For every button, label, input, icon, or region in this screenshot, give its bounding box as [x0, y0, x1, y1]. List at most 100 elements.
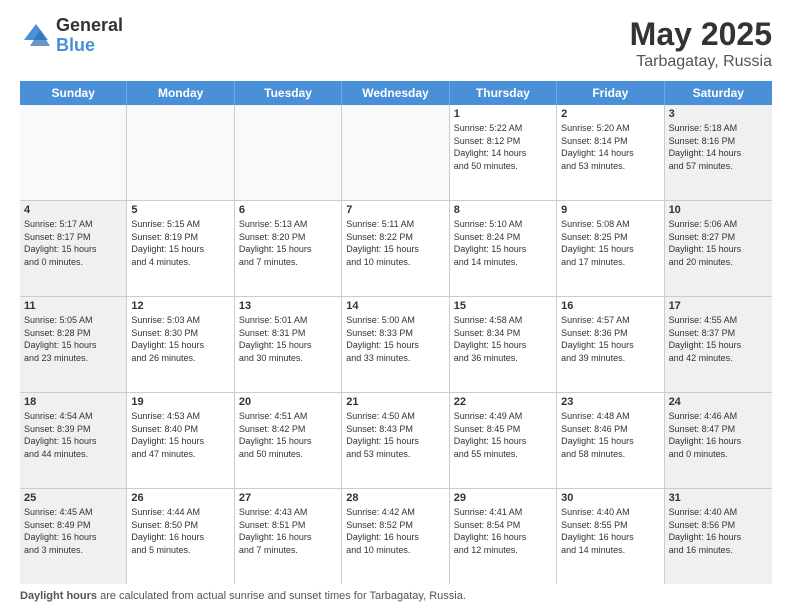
calendar-day-6: 6 Sunrise: 5:13 AM Sunset: 8:20 PM Daylig…: [235, 201, 342, 296]
day-info: Sunrise: 5:18 AM Sunset: 8:16 PM Dayligh…: [669, 122, 768, 172]
day-number: 20: [239, 396, 337, 408]
calendar-day-8: 8Sunrise: 5:10 AM Sunset: 8:24 PM Daylig…: [450, 201, 557, 296]
calendar-week-3: 11Sunrise: 5:05 AM Sunset: 8:28 PM Dayli…: [20, 297, 772, 393]
calendar-empty: [235, 105, 342, 200]
calendar-body: 1 Sunrise: 5:22 AM Sunset: 8:12 PM Daylig…: [20, 105, 772, 584]
day-number: 1: [454, 108, 552, 120]
day-number: 9: [561, 204, 659, 216]
day-info: Sunrise: 4:51 AM Sunset: 8:42 PM Dayligh…: [239, 410, 337, 460]
day-number: 18: [24, 396, 122, 408]
day-info: Sunrise: 4:41 AM Sunset: 8:54 PM Dayligh…: [454, 506, 552, 556]
calendar-day-16: 16 Sunrise: 4:57 AM Sunset: 8:36 PM Dayli…: [557, 297, 664, 392]
logo: General Blue: [20, 16, 123, 56]
calendar-week-2: 4 Sunrise: 5:17 AM Sunset: 8:17 PM Daylig…: [20, 201, 772, 297]
title-month: May 2025: [630, 16, 772, 53]
calendar-day-1: 1 Sunrise: 5:22 AM Sunset: 8:12 PM Daylig…: [450, 105, 557, 200]
day-number: 22: [454, 396, 552, 408]
footer: Daylight hours are calculated from actua…: [20, 590, 772, 602]
day-number: 2: [561, 108, 659, 120]
calendar-week-5: 25Sunrise: 4:45 AM Sunset: 8:49 PM Dayli…: [20, 489, 772, 584]
calendar-day-15: 15 Sunrise: 4:58 AM Sunset: 8:34 PM Dayli…: [450, 297, 557, 392]
day-header-friday: Friday: [557, 81, 664, 105]
day-info: Sunrise: 4:43 AM Sunset: 8:51 PM Dayligh…: [239, 506, 337, 556]
day-number: 6: [239, 204, 337, 216]
day-info: Sunrise: 5:22 AM Sunset: 8:12 PM Dayligh…: [454, 122, 552, 172]
calendar-day-28: 28 Sunrise: 4:42 AM Sunset: 8:52 PM Dayli…: [342, 489, 449, 584]
calendar-day-2: 2 Sunrise: 5:20 AM Sunset: 8:14 PM Daylig…: [557, 105, 664, 200]
day-header-tuesday: Tuesday: [235, 81, 342, 105]
day-number: 24: [669, 396, 768, 408]
day-info: Sunrise: 4:58 AM Sunset: 8:34 PM Dayligh…: [454, 314, 552, 364]
calendar-day-30: 30Sunrise: 4:40 AM Sunset: 8:55 PM Dayli…: [557, 489, 664, 584]
calendar-day-13: 13 Sunrise: 5:01 AM Sunset: 8:31 PM Dayli…: [235, 297, 342, 392]
day-header-thursday: Thursday: [450, 81, 557, 105]
day-number: 21: [346, 396, 444, 408]
day-number: 31: [669, 492, 768, 504]
page: General Blue May 2025 Tarbagatay, Russia…: [0, 0, 792, 612]
calendar-day-3: 3 Sunrise: 5:18 AM Sunset: 8:16 PM Daylig…: [665, 105, 772, 200]
day-number: 5: [131, 204, 229, 216]
day-info: Sunrise: 5:20 AM Sunset: 8:14 PM Dayligh…: [561, 122, 659, 172]
day-info: Sunrise: 4:42 AM Sunset: 8:52 PM Dayligh…: [346, 506, 444, 556]
calendar-day-14: 14 Sunrise: 5:00 AM Sunset: 8:33 PM Dayli…: [342, 297, 449, 392]
day-info: Sunrise: 4:55 AM Sunset: 8:37 PM Dayligh…: [669, 314, 768, 364]
calendar-day-11: 11Sunrise: 5:05 AM Sunset: 8:28 PM Dayli…: [20, 297, 127, 392]
day-number: 3: [669, 108, 768, 120]
day-number: 13: [239, 300, 337, 312]
day-info: Sunrise: 5:01 AM Sunset: 8:31 PM Dayligh…: [239, 314, 337, 364]
day-number: 25: [24, 492, 122, 504]
title-block: May 2025 Tarbagatay, Russia: [630, 16, 772, 71]
calendar-week-1: 1 Sunrise: 5:22 AM Sunset: 8:12 PM Daylig…: [20, 105, 772, 201]
calendar-day-19: 19Sunrise: 4:53 AM Sunset: 8:40 PM Dayli…: [127, 393, 234, 488]
calendar-day-17: 17 Sunrise: 4:55 AM Sunset: 8:37 PM Dayli…: [665, 297, 772, 392]
day-header-monday: Monday: [127, 81, 234, 105]
calendar-day-5: 5Sunrise: 5:15 AM Sunset: 8:19 PM Daylig…: [127, 201, 234, 296]
calendar-header: SundayMondayTuesdayWednesdayThursdayFrid…: [20, 81, 772, 105]
day-info: Sunrise: 5:03 AM Sunset: 8:30 PM Dayligh…: [131, 314, 229, 364]
day-info: Sunrise: 5:06 AM Sunset: 8:27 PM Dayligh…: [669, 218, 768, 268]
calendar-day-10: 10 Sunrise: 5:06 AM Sunset: 8:27 PM Dayli…: [665, 201, 772, 296]
day-number: 29: [454, 492, 552, 504]
day-info: Sunrise: 4:49 AM Sunset: 8:45 PM Dayligh…: [454, 410, 552, 460]
day-number: 14: [346, 300, 444, 312]
calendar-day-7: 7 Sunrise: 5:11 AM Sunset: 8:22 PM Daylig…: [342, 201, 449, 296]
day-info: Sunrise: 4:40 AM Sunset: 8:56 PM Dayligh…: [669, 506, 768, 556]
day-number: 23: [561, 396, 659, 408]
day-number: 26: [131, 492, 229, 504]
calendar-day-27: 27 Sunrise: 4:43 AM Sunset: 8:51 PM Dayli…: [235, 489, 342, 584]
day-info: Sunrise: 5:00 AM Sunset: 8:33 PM Dayligh…: [346, 314, 444, 364]
day-info: Sunrise: 5:10 AM Sunset: 8:24 PM Dayligh…: [454, 218, 552, 268]
day-header-saturday: Saturday: [665, 81, 772, 105]
day-info: Sunrise: 4:44 AM Sunset: 8:50 PM Dayligh…: [131, 506, 229, 556]
day-info: Sunrise: 5:13 AM Sunset: 8:20 PM Dayligh…: [239, 218, 337, 268]
day-info: Sunrise: 5:05 AM Sunset: 8:28 PM Dayligh…: [24, 314, 122, 364]
logo-text: General Blue: [56, 16, 123, 56]
day-info: Sunrise: 4:48 AM Sunset: 8:46 PM Dayligh…: [561, 410, 659, 460]
calendar-empty: [127, 105, 234, 200]
calendar-day-29: 29 Sunrise: 4:41 AM Sunset: 8:54 PM Dayli…: [450, 489, 557, 584]
day-info: Sunrise: 5:17 AM Sunset: 8:17 PM Dayligh…: [24, 218, 122, 268]
day-number: 30: [561, 492, 659, 504]
calendar-day-23: 23 Sunrise: 4:48 AM Sunset: 8:46 PM Dayli…: [557, 393, 664, 488]
calendar-day-26: 26 Sunrise: 4:44 AM Sunset: 8:50 PM Dayli…: [127, 489, 234, 584]
calendar-empty: [342, 105, 449, 200]
day-number: 10: [669, 204, 768, 216]
calendar-day-21: 21Sunrise: 4:50 AM Sunset: 8:43 PM Dayli…: [342, 393, 449, 488]
day-number: 15: [454, 300, 552, 312]
calendar-day-18: 18 Sunrise: 4:54 AM Sunset: 8:39 PM Dayli…: [20, 393, 127, 488]
calendar: SundayMondayTuesdayWednesdayThursdayFrid…: [20, 81, 772, 584]
day-number: 7: [346, 204, 444, 216]
day-info: Sunrise: 5:11 AM Sunset: 8:22 PM Dayligh…: [346, 218, 444, 268]
calendar-day-20: 20 Sunrise: 4:51 AM Sunset: 8:42 PM Dayli…: [235, 393, 342, 488]
calendar-day-24: 24Sunrise: 4:46 AM Sunset: 8:47 PM Dayli…: [665, 393, 772, 488]
logo-icon: [20, 20, 52, 52]
calendar-day-4: 4 Sunrise: 5:17 AM Sunset: 8:17 PM Daylig…: [20, 201, 127, 296]
day-info: Sunrise: 4:57 AM Sunset: 8:36 PM Dayligh…: [561, 314, 659, 364]
day-number: 28: [346, 492, 444, 504]
day-info: Sunrise: 4:54 AM Sunset: 8:39 PM Dayligh…: [24, 410, 122, 460]
day-number: 27: [239, 492, 337, 504]
day-number: 16: [561, 300, 659, 312]
calendar-empty: [20, 105, 127, 200]
day-number: 4: [24, 204, 122, 216]
day-number: 17: [669, 300, 768, 312]
